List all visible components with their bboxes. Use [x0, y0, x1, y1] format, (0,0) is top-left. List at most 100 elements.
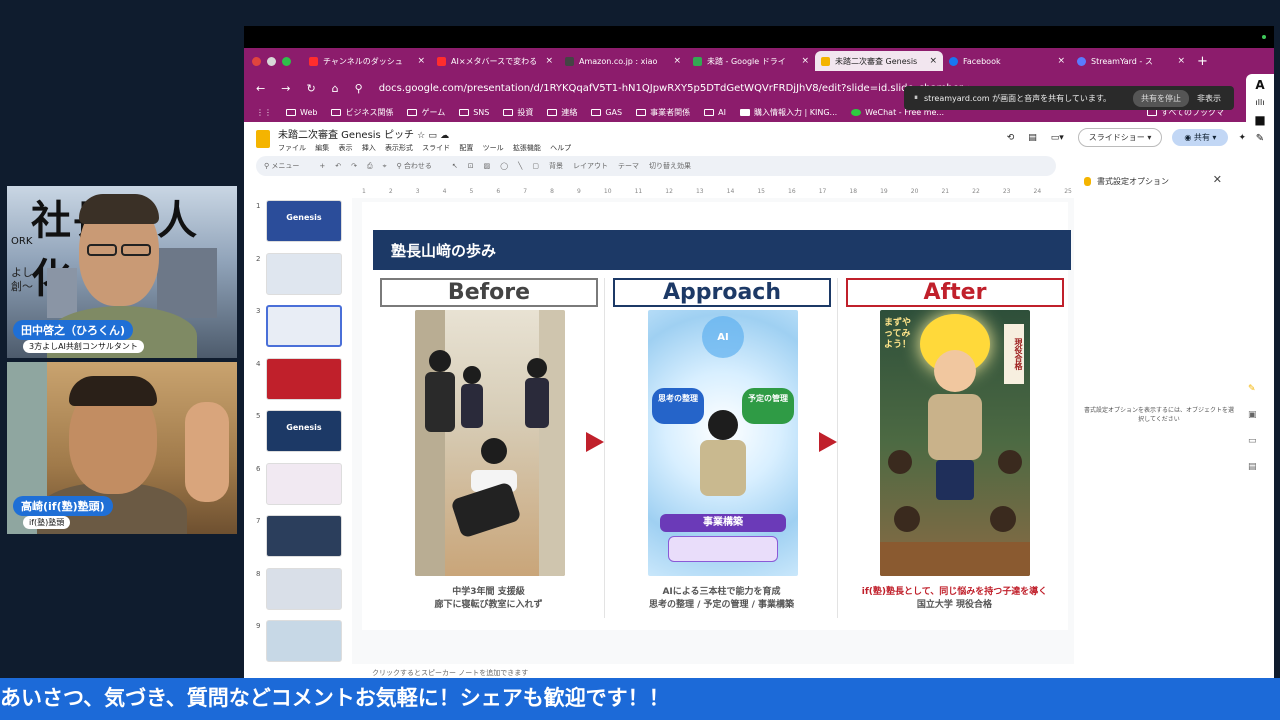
select-tool-icon[interactable]: ↖ [452, 162, 458, 170]
gemini-icon[interactable]: ✦ [1238, 133, 1246, 143]
calendar-icon[interactable]: ▤ [1248, 454, 1260, 480]
close-tab-icon[interactable]: × [545, 56, 553, 66]
slide-title[interactable]: 塾長山﨑の歩み [373, 230, 1071, 270]
browser-tab[interactable]: Facebook × [943, 51, 1071, 71]
slide-thumbnail-row[interactable]: 1 Genesis [252, 198, 344, 251]
forward-icon[interactable]: → [281, 82, 290, 95]
close-tab-icon[interactable]: × [1057, 56, 1065, 66]
maximize-window-button[interactable] [282, 56, 291, 66]
theme-button[interactable]: テーマ [618, 161, 639, 171]
close-tab-icon[interactable]: × [929, 56, 937, 66]
slide-thumbnail[interactable] [266, 567, 342, 610]
menu-format[interactable]: 表示形式 [385, 144, 413, 152]
tasks-icon[interactable]: ▣ [1248, 402, 1260, 428]
undo-icon[interactable]: ↶ [335, 162, 341, 170]
after-label[interactable]: After [846, 278, 1064, 307]
menu-help[interactable]: ヘルプ [550, 144, 571, 152]
line-tool-icon[interactable]: ╲ [518, 162, 522, 170]
site-info-icon[interactable]: ⚲ [355, 82, 363, 95]
new-tab-button[interactable]: + [1197, 54, 1208, 69]
stop-sharing-button[interactable]: 共有を停止 [1133, 89, 1190, 107]
slide-thumbnail[interactable]: Genesis [266, 410, 342, 452]
transition-button[interactable]: 切り替え効果 [649, 161, 691, 171]
browser-tab[interactable]: Amazon.co.jp : xiao × [559, 51, 687, 71]
browser-tab[interactable]: チャンネルのダッシュ × [303, 51, 431, 71]
slide-thumbnail-row[interactable]: 4 [252, 356, 344, 409]
slide-thumbnail-row[interactable]: 2 [252, 251, 344, 304]
new-slide-button[interactable]: + [319, 162, 325, 170]
apps-icon[interactable]: ⋮⋮ [256, 108, 272, 117]
slide-thumbnail-row[interactable]: 3 [252, 303, 344, 356]
bookmark-folder[interactable]: ゲーム [407, 107, 445, 118]
before-caption[interactable]: 中学3年間 支援級 廊下に寝転び教室に入れず [372, 586, 605, 612]
keep-icon[interactable]: ✎ [1248, 376, 1260, 402]
bookmark-folder[interactable]: GAS [591, 108, 622, 117]
folder-icon[interactable]: ▭ [1248, 428, 1260, 454]
shape-tool-icon[interactable]: ◯ [500, 162, 508, 170]
menu-extensions[interactable]: 拡張機能 [513, 144, 541, 152]
menu-file[interactable]: ファイル [278, 144, 306, 152]
menu-arrange[interactable]: 配置 [459, 144, 473, 152]
paint-format-icon[interactable]: ⌖ [383, 162, 387, 171]
home-icon[interactable]: ⌂ [332, 82, 339, 95]
menu-slide[interactable]: スライド [422, 144, 450, 152]
bookmark-folder[interactable]: ビジネス関係 [331, 107, 393, 118]
approach-caption[interactable]: AIによる三本柱で能力を育成 思考の整理 / 予定の管理 / 事業構築 [605, 586, 838, 612]
browser-tab[interactable]: AI×メタバースで変わる × [431, 51, 559, 71]
menu-view[interactable]: 表示 [338, 144, 352, 152]
slide-thumbnail-row[interactable]: 5 Genesis [252, 408, 344, 461]
slide-thumbnail-row[interactable]: 9 [252, 618, 344, 671]
speaker-notes-field[interactable]: クリックするとスピーカー ノートを追加できます [372, 668, 528, 678]
comment-icon[interactable]: ▤ [1028, 133, 1037, 143]
slide-thumbnail[interactable]: Genesis [266, 200, 342, 242]
google-slides-logo-icon[interactable] [256, 130, 270, 148]
video-call-icon[interactable]: ▭▾ [1051, 133, 1064, 143]
slide-canvas[interactable]: 塾長山﨑の歩み Before Approach After AI 思考の整理 予… [362, 202, 1071, 630]
slideshow-button[interactable]: スライドショー ▾ [1077, 128, 1163, 147]
slide-thumbnail[interactable] [266, 357, 342, 400]
font-a-icon[interactable]: A [1255, 78, 1264, 92]
close-tab-icon[interactable]: × [673, 56, 681, 66]
slide-thumbnail-row[interactable]: 8 [252, 566, 344, 619]
history-icon[interactable]: ⟲ [1007, 133, 1015, 143]
layout-button[interactable]: レイアウト [573, 161, 608, 171]
slide-thumbnail-row[interactable]: 7 [252, 513, 344, 566]
share-button[interactable]: ◉ 共有 ▾ [1172, 129, 1229, 146]
close-window-button[interactable] [252, 56, 261, 66]
bookmark-folder[interactable]: AI [704, 108, 726, 117]
menu-insert[interactable]: 挿入 [362, 144, 376, 152]
after-illustration[interactable]: まずやってみよう！ 現役合格 [880, 310, 1030, 576]
minimize-window-button[interactable] [267, 56, 276, 66]
zoom-button[interactable]: ⚲ 合わせる [397, 161, 442, 171]
slide-thumbnail-row[interactable]: 6 [252, 461, 344, 514]
close-icon[interactable]: ✕ [1213, 173, 1222, 186]
document-title[interactable]: 未踏二次審査 Genesis ピッチ ☆ ▭ ☁ [278, 126, 578, 141]
bookmark-folder[interactable]: SNS [459, 108, 489, 117]
comment-add-icon[interactable]: ▢ [532, 162, 539, 170]
url-field[interactable]: docs.google.com/presentation/d/1RYKQqafV… [379, 83, 969, 94]
browser-tab-active[interactable]: 未踏二次審査 Genesis × [815, 51, 943, 71]
menu-edit[interactable]: 編集 [315, 144, 329, 152]
equalizer-icon[interactable]: ıllı [1256, 98, 1265, 107]
hide-notice-button[interactable]: 非表示 [1197, 93, 1221, 104]
redo-icon[interactable]: ↷ [351, 162, 357, 170]
bookmark-link[interactable]: 購入情報入力 | KING... [739, 107, 837, 118]
close-tab-icon[interactable]: × [417, 56, 425, 66]
approach-illustration[interactable]: AI 思考の整理 予定の管理 事業構築 [648, 310, 798, 576]
before-illustration[interactable] [415, 310, 565, 576]
browser-tab[interactable]: 未踏 - Google ドライ × [687, 51, 815, 71]
background-button[interactable]: 背景 [549, 161, 563, 171]
textbox-tool-icon[interactable]: ⊡ [468, 162, 474, 170]
print-icon[interactable]: ⎙ [367, 162, 373, 171]
star-icon[interactable]: ☆ [417, 131, 425, 141]
close-tab-icon[interactable]: × [801, 56, 809, 66]
image-tool-icon[interactable]: ▨ [484, 162, 491, 170]
slide-thumbnail[interactable] [266, 515, 342, 557]
bookmark-folder[interactable]: 投資 [503, 107, 533, 118]
slide-thumbnail[interactable] [266, 462, 342, 505]
menu-tools[interactable]: ツール [483, 144, 504, 152]
bookmark-folder[interactable]: Web [286, 108, 317, 117]
bookmark-folder[interactable]: 連絡 [547, 107, 577, 118]
close-tab-icon[interactable]: × [1177, 56, 1185, 66]
before-label[interactable]: Before [380, 278, 598, 307]
